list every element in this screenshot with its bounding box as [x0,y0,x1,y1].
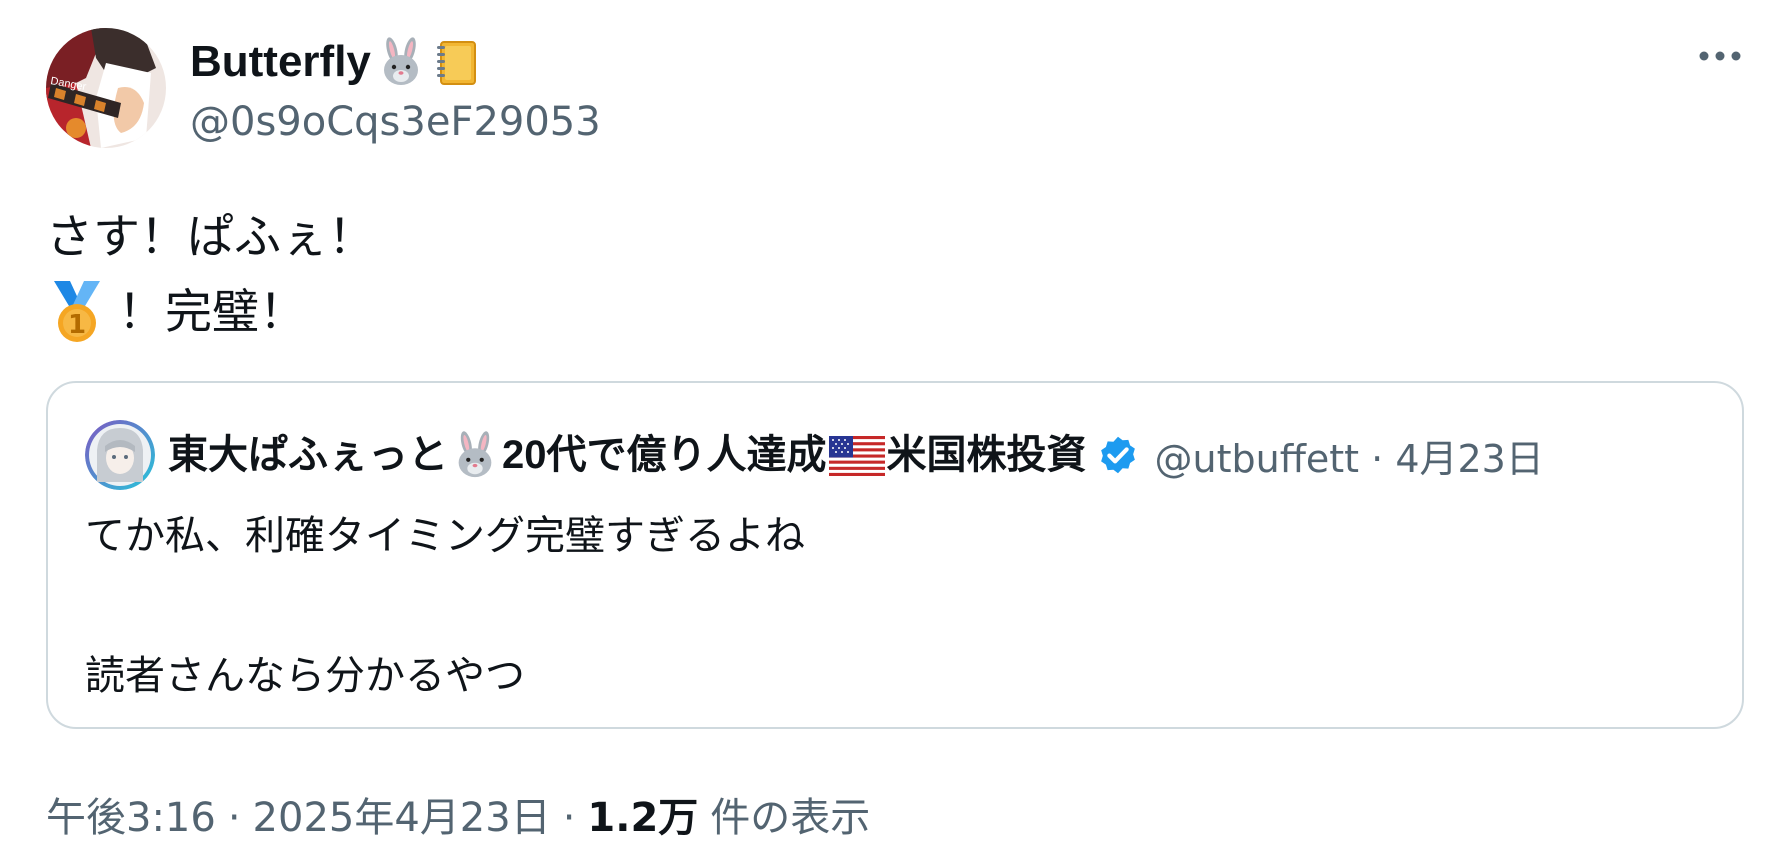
quoted-text: てか私、利確タイミング完璧すぎるよね 読者さんなら分かるやつ [85,513,805,699]
quoted-header: 東大ぱふぇっと 20代で億り人達成 米国株投資 @utbuffett · 4月2… [168,427,1544,483]
quoted-separator: · [1371,436,1384,481]
author-avatar[interactable]: Danger [46,28,166,148]
quoted-date: 4月23日 [1395,436,1544,481]
quoted-author-avatar[interactable] [85,420,155,490]
meta-separator: · [227,795,241,841]
author-handle[interactable]: @0s9oCqs3eF29053 [190,98,601,146]
quoted-tweet[interactable]: 東大ぱふぇっと 20代で億り人達成 米国株投資 @utbuffett · 4月2… [46,381,1744,729]
tweet-time[interactable]: 午後3:16 [46,790,216,846]
quoted-display-name[interactable]: 東大ぱふぇっと 20代で億り人達成 米国株投資 [168,427,1087,483]
tweet-card: Danger Butterfly @0s9oCqs3eF29053 さす！ぱふぇ… [0,0,1777,865]
views-label: 件の表示 [710,795,871,841]
tweet-line-1: さす！ぱふぇ！ [46,210,375,265]
more-options-button[interactable] [1688,32,1752,80]
author-name-text: Butterfly [190,37,371,86]
views-count: 1.2万 [587,795,699,841]
tweet-meta: 午後3:16 · 2025年4月23日 · 1.2万 件の表示 [46,790,870,846]
author-display-name[interactable]: Butterfly [190,34,483,90]
notebook-icon [431,36,483,88]
quoted-name-part1: 東大ぱふぇっと [168,433,448,477]
tweet-line-2: 1 ！完璧！ [46,275,375,350]
tweet-line-2-text: ！完璧！ [118,285,306,340]
rabbit-icon [450,430,500,480]
more-dots-icon [1699,51,1741,61]
us-flag-icon [828,435,885,476]
tweet-date[interactable]: 2025年4月23日 [253,790,551,846]
svg-text:1: 1 [68,310,86,340]
quoted-handle-text: @utbuffett [1154,436,1360,481]
quoted-handle[interactable]: @utbuffett · 4月23日 [1155,428,1544,483]
first-place-medal-icon: 1 [46,280,108,345]
tweet-text: さす！ぱふぇ！ 1 ！完璧！ [46,200,375,350]
verified-badge-icon [1095,432,1141,478]
quoted-avatar-illustration [85,420,155,490]
meta-separator: · [562,795,576,841]
quoted-name-part2: 20代で億り人達成 [502,433,827,477]
avatar-illustration: Danger [46,28,166,148]
rabbit-icon [375,36,427,88]
quoted-name-part3: 米国株投資 [886,433,1087,477]
